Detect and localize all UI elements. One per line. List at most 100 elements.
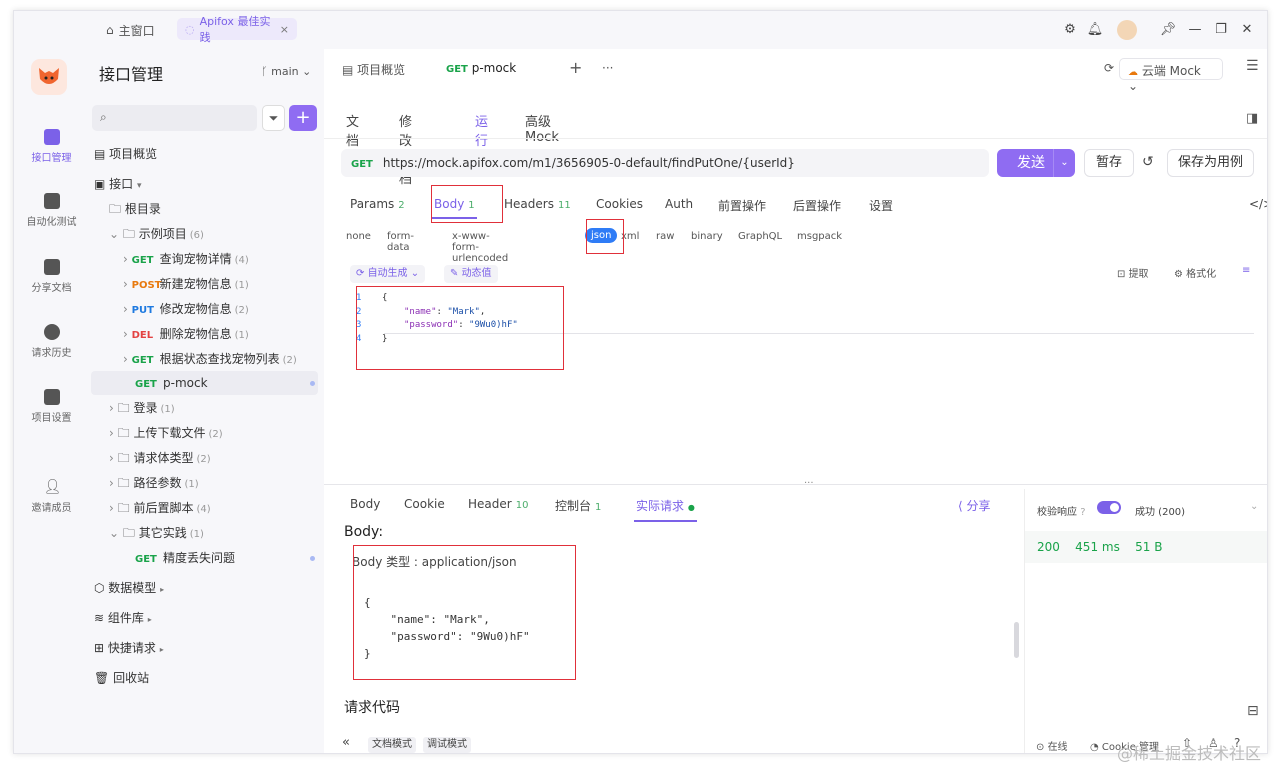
- doc-tab-overview[interactable]: ▤ 项目概览: [342, 61, 405, 78]
- tab-settings[interactable]: 设置: [869, 197, 893, 214]
- undo-icon[interactable]: ↺: [1142, 154, 1154, 170]
- tree-endpoint[interactable]: › GET 根据状态查找宠物列表 (2): [123, 347, 297, 371]
- chevron-down-icon[interactable]: ⌄: [1053, 149, 1075, 177]
- layers-icon: ≋: [94, 611, 108, 625]
- tree-root-dir[interactable]: 🗀︎ 根目录: [109, 197, 161, 221]
- rail-project-settings[interactable]: 项目设置: [14, 389, 89, 424]
- code-icon[interactable]: </>: [1249, 197, 1267, 211]
- rail-share-doc[interactable]: 分享文档: [14, 259, 89, 294]
- resp-tab-actual-request[interactable]: 实际请求 ●: [634, 497, 697, 522]
- tab-auth[interactable]: Auth: [665, 197, 693, 211]
- tree-endpoint-selected[interactable]: GET p-mock: [135, 371, 315, 395]
- tree-endpoint[interactable]: GET 精度丢失问题: [135, 546, 315, 570]
- pane-divider[interactable]: [324, 484, 1267, 485]
- chevron-down-icon[interactable]: ⌄: [1250, 501, 1258, 512]
- tree-overview[interactable]: ▤ 项目概览: [94, 142, 157, 166]
- avatar[interactable]: [1117, 20, 1137, 40]
- tree-endpoint[interactable]: › DEL 删除宠物信息 (1): [123, 322, 249, 346]
- menu-icon[interactable]: ☰: [1246, 58, 1259, 74]
- rail-history[interactable]: 请求历史: [14, 324, 89, 359]
- resp-tab-console[interactable]: 控制台 1: [555, 497, 601, 514]
- online-status[interactable]: ⊙ 在线: [1036, 738, 1068, 753]
- url-input[interactable]: GET https://mock.apifox.com/m1/3656905-0-…: [341, 149, 989, 177]
- endpoint-label: p-mock: [163, 376, 208, 390]
- body-type-binary[interactable]: binary: [691, 231, 723, 242]
- debug-mode-button[interactable]: 调试模式: [423, 737, 471, 753]
- subtab-advanced-mock[interactable]: 高级 Mock: [525, 111, 559, 145]
- unsaved-dot: [310, 381, 315, 386]
- pin-icon[interactable]: 📌︎: [1159, 21, 1177, 39]
- body-type-form-data[interactable]: form-data: [387, 231, 414, 253]
- more-tabs-button[interactable]: ···: [602, 61, 613, 75]
- bell-icon[interactable]: 🔔︎: [1086, 21, 1104, 39]
- tab-project[interactable]: ◌ Apifox 最佳实践 ×: [177, 15, 297, 44]
- layout-icon[interactable]: ⊟: [1247, 703, 1259, 719]
- rail-invite[interactable]: 👤︎ 邀请成员: [14, 479, 89, 514]
- subtab-run[interactable]: 运行: [472, 111, 491, 157]
- doc-mode-button[interactable]: 文档模式: [368, 737, 416, 753]
- rail-api-management[interactable]: 接口管理: [14, 129, 89, 164]
- tree-folder[interactable]: › 🗀︎ 请求体类型 (2): [109, 446, 211, 470]
- branch-selector[interactable]: ᚴ main ⌄: [261, 65, 311, 78]
- search-input[interactable]: ⌕: [92, 105, 257, 131]
- validate-toggle[interactable]: [1097, 501, 1121, 514]
- resp-tab-cookie[interactable]: Cookie: [404, 497, 445, 511]
- body-type-msgpack[interactable]: msgpack: [797, 231, 842, 242]
- tab-pre-ops[interactable]: 前置操作: [718, 197, 766, 214]
- tree-folder[interactable]: › 🗀︎ 上传下载文件 (2): [109, 421, 223, 445]
- body-type-urlencoded[interactable]: x-www-form-urlencoded: [452, 231, 508, 264]
- add-button[interactable]: +: [289, 105, 317, 131]
- tab-post-ops[interactable]: 后置操作: [793, 197, 841, 214]
- subtab-docs[interactable]: 文档: [346, 111, 359, 149]
- body-type-raw[interactable]: raw: [656, 231, 674, 242]
- scrollbar[interactable]: [1014, 622, 1019, 658]
- new-tab-button[interactable]: +: [569, 58, 582, 77]
- filter-button[interactable]: ⏷: [262, 105, 285, 131]
- tree-recycle[interactable]: 🗑︎ 回收站: [94, 666, 149, 690]
- body-type-none[interactable]: none: [346, 231, 371, 242]
- auto-generate-button[interactable]: ⟳ 自动生成 ⌄: [350, 265, 426, 283]
- dynamic-value-button[interactable]: ✎ 动态值: [444, 265, 498, 283]
- wrap-icon[interactable]: ≡: [1242, 265, 1250, 276]
- tree-quick-request[interactable]: ⊞ 快捷请求 ▸: [94, 636, 164, 660]
- gear-icon[interactable]: ⚙: [1061, 21, 1079, 39]
- panel-toggle-icon[interactable]: ◨: [1246, 111, 1258, 126]
- mock-env-select[interactable]: ☁ 云端 Mock ⌄: [1119, 58, 1223, 93]
- extract-button[interactable]: ⊡ 提取: [1117, 265, 1149, 280]
- tree-api-root[interactable]: ▣ 接口 ▾: [94, 172, 142, 196]
- close-icon[interactable]: ×: [280, 23, 289, 36]
- refresh-icon[interactable]: ⟳: [1104, 61, 1114, 75]
- tree-endpoint[interactable]: › GET 查询宠物详情 (4): [123, 247, 249, 271]
- tab-headers[interactable]: Headers 11: [504, 197, 571, 211]
- resp-tab-header[interactable]: Header 10: [468, 497, 528, 511]
- tree-endpoint[interactable]: › POST新建宠物信息 (1): [123, 272, 249, 296]
- tab-params[interactable]: Params 2: [350, 197, 405, 211]
- format-button[interactable]: ⚙ 格式化: [1174, 265, 1216, 280]
- collapse-icon[interactable]: «: [342, 735, 350, 750]
- tree-components[interactable]: ≋ 组件库 ▸: [94, 606, 152, 630]
- rail-automated-tests[interactable]: 自动化测试: [14, 193, 89, 228]
- doc-tab-current[interactable]: GET p-mock: [436, 49, 556, 89]
- tree-folder[interactable]: › 🗀︎ 路径参数 (1): [109, 471, 199, 495]
- minimize-icon[interactable]: —: [1186, 21, 1204, 39]
- body-type-graphql[interactable]: GraphQL: [738, 231, 782, 242]
- tab-home[interactable]: ⌂ 主窗口: [106, 20, 155, 40]
- validate-label: 校验响应 ?: [1037, 503, 1086, 518]
- drag-handle-icon[interactable]: ···: [804, 478, 814, 489]
- save-as-case-button[interactable]: 保存为用例: [1167, 149, 1254, 177]
- main-area: ▤ 项目概览 GET p-mock + ··· ⟳ ☁ 云端 Mock ⌄ ☰ …: [324, 49, 1267, 753]
- tree-folder-examples[interactable]: ⌄ 🗀︎ 示例项目 (6): [109, 222, 204, 246]
- window-close-icon[interactable]: ✕: [1238, 21, 1256, 39]
- tree-folder[interactable]: › 🗀︎ 登录 (1): [109, 396, 175, 420]
- tree-folder[interactable]: ⌄ 🗀︎ 其它实践 (1): [109, 521, 204, 545]
- tree-folder[interactable]: › 🗀︎ 前后置脚本 (4): [109, 496, 211, 520]
- endpoint-label: 精度丢失问题: [163, 551, 236, 565]
- save-button[interactable]: 暂存: [1084, 149, 1134, 177]
- tab-cookies[interactable]: Cookies: [596, 197, 643, 211]
- maximize-icon[interactable]: ❐: [1212, 21, 1230, 39]
- tree-data-model[interactable]: ⬡ 数据模型 ▸: [94, 576, 164, 600]
- tree-endpoint[interactable]: › PUT 修改宠物信息 (2): [123, 297, 249, 321]
- resp-tab-body[interactable]: Body: [350, 497, 380, 511]
- share-button[interactable]: ⟨ 分享: [958, 497, 991, 514]
- send-button[interactable]: 发送 ⌄: [997, 149, 1075, 177]
